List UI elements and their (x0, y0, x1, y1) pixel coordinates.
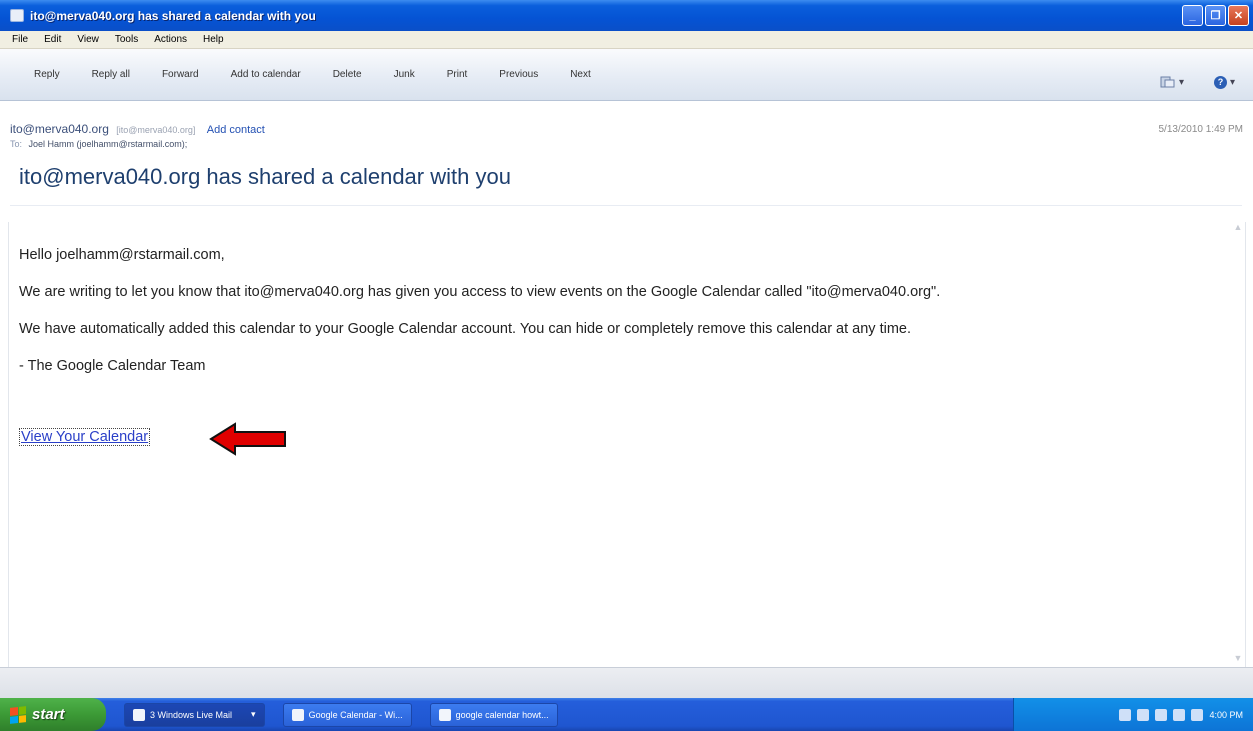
add-contact-link[interactable]: Add contact (207, 124, 265, 136)
browser-icon (291, 708, 304, 721)
recipient[interactable]: Joel Hamm (joelhamm@rstarmail.com); (29, 139, 188, 149)
greeting: Hello joelhamm@rstarmail.com, (19, 247, 225, 263)
toolbar: Reply Reply all Forward Add to calendar … (0, 49, 1253, 101)
previous-button[interactable]: Previous (499, 69, 538, 80)
tray-network-icon[interactable] (1137, 708, 1150, 721)
window-controls: _ ❐ ✕ (1182, 5, 1249, 26)
message-body[interactable]: ▲ Hello joelhamm@rstarmail.com, We are w… (8, 222, 1246, 667)
taskbar-item-windows-live-mail[interactable]: 3 Windows Live Mail ▾ (124, 702, 265, 727)
help-icon: ? (1213, 75, 1227, 89)
minimize-button[interactable]: _ (1182, 5, 1203, 26)
print-button[interactable]: Print (447, 69, 468, 80)
close-button[interactable]: ✕ (1228, 5, 1249, 26)
taskbar-item-label: Google Calendar - Wi... (308, 709, 403, 720)
add-to-calendar-button[interactable]: Add to calendar (231, 69, 301, 80)
title-bar: ito@merva040.org has shared a calendar w… (0, 0, 1253, 31)
menu-help[interactable]: Help (203, 34, 224, 45)
mail-icon (10, 9, 24, 22)
status-bar (0, 667, 1253, 698)
toolbar-right: ▾ ? ▾ (1160, 75, 1235, 89)
document-icon (438, 708, 451, 721)
menu-actions[interactable]: Actions (154, 34, 187, 45)
mail-icon (133, 708, 145, 721)
message-date: 5/13/2010 1:49 PM (1158, 124, 1243, 135)
to-label: To: (10, 139, 23, 149)
header-divider (10, 205, 1242, 206)
reply-all-button[interactable]: Reply all (92, 69, 130, 80)
body-paragraph: We have automatically added this calenda… (19, 321, 911, 337)
tray-messenger-icon[interactable] (1191, 708, 1204, 721)
red-arrow-icon (209, 422, 286, 456)
maximize-button[interactable]: ❐ (1205, 5, 1226, 26)
forward-button[interactable]: Forward (162, 69, 199, 80)
scroll-up-icon[interactable]: ▲ (1231, 222, 1245, 236)
message-header: ito@merva040.org [ito@merva040.org] Add … (0, 101, 1253, 206)
taskbar-item-label: google calendar howt... (455, 709, 549, 720)
signature: - The Google Calendar Team (19, 358, 206, 374)
menu-bar: File Edit View Tools Actions Help (0, 31, 1253, 49)
taskbar: start 3 Windows Live Mail ▾ Google Calen… (0, 698, 1253, 731)
system-tray: 4:00 PM (1013, 698, 1253, 731)
taskbar-item-google-calendar[interactable]: Google Calendar - Wi... (282, 702, 412, 727)
tray-security-icon[interactable] (1173, 708, 1186, 721)
reply-button[interactable]: Reply (34, 69, 60, 80)
help-menu-button[interactable]: ? ▾ (1213, 75, 1235, 89)
from-line: ito@merva040.org [ito@merva040.org] Add … (10, 122, 265, 136)
menu-tools[interactable]: Tools (115, 34, 138, 45)
body-text: Hello joelhamm@rstarmail.com, We are wri… (19, 245, 940, 393)
tray-volume-icon[interactable] (1155, 708, 1168, 721)
chevron-down-icon: ▾ (1178, 76, 1184, 88)
delete-button[interactable]: Delete (333, 69, 362, 80)
sender-email: [ito@merva040.org] (116, 125, 196, 135)
clock[interactable]: 4:00 PM (1209, 710, 1243, 720)
menu-view[interactable]: View (77, 34, 99, 45)
start-button[interactable]: start (0, 698, 106, 731)
menu-file[interactable]: File (12, 34, 28, 45)
start-label: start (32, 706, 65, 723)
view-calendar-link[interactable]: View Your Calendar (19, 428, 151, 446)
sender-name[interactable]: ito@merva040.org (10, 122, 109, 136)
message-subject: ito@merva040.org has shared a calendar w… (19, 164, 511, 189)
next-button[interactable]: Next (570, 69, 591, 80)
encoding-icon (1160, 76, 1175, 88)
to-line: To: Joel Hamm (joelhamm@rstarmail.com); (10, 139, 187, 149)
taskbar-item-label: 3 Windows Live Mail (150, 709, 233, 720)
taskbar-item-google-calendar-howto[interactable]: google calendar howt... (429, 702, 558, 727)
window-title: ito@merva040.org has shared a calendar w… (30, 8, 316, 23)
chevron-down-icon: ▾ (1229, 76, 1235, 88)
junk-button[interactable]: Junk (394, 69, 415, 80)
body-paragraph: We are writing to let you know that ito@… (19, 284, 941, 300)
windows-logo-icon (10, 705, 26, 724)
scroll-down-icon[interactable]: ▼ (1231, 653, 1245, 667)
chevron-down-icon: ▾ (251, 709, 256, 719)
tray-help-icon[interactable] (1119, 708, 1132, 721)
menu-edit[interactable]: Edit (44, 34, 61, 45)
encoding-menu-button[interactable]: ▾ (1160, 75, 1184, 89)
